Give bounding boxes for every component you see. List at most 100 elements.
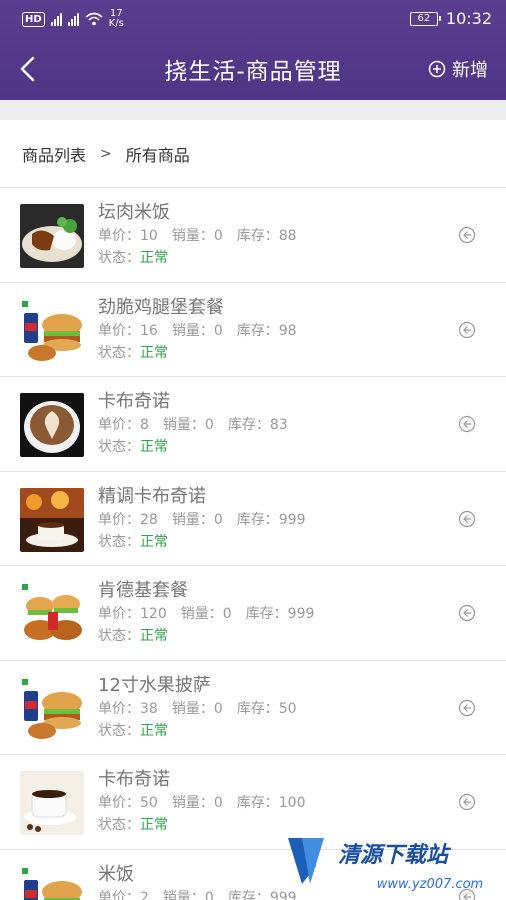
stock-label: 库存： — [236, 795, 279, 811]
stock-label: 库存： — [227, 417, 270, 433]
header-spacer — [0, 100, 506, 120]
product-stock: 83 — [269, 417, 288, 433]
cell-signal-icon — [67, 12, 79, 26]
product-row[interactable]: 12寸水果披萨 单价：38 销量：0 库存：50 状态：正常 — [0, 661, 506, 755]
product-status: 状态：正常 — [98, 626, 314, 646]
product-list: 坛肉米饭 单价：10 销量：0 库存：88 状态：正常 劲脆鸡腿堡套餐 单价：16 销量：0 库… — [0, 188, 506, 900]
app-header: HD 17 K/s 62 10:32 挠生活-商品管理 新增 — [0, 0, 506, 100]
product-name: 卡布奇诺 — [98, 391, 170, 412]
status-value: 正常 — [140, 817, 168, 833]
stock-label: 库存： — [236, 228, 279, 244]
row-action-icon[interactable] — [458, 793, 476, 811]
product-name: 12寸水果披萨 — [98, 674, 211, 696]
sales-label: 销量： — [171, 511, 214, 528]
product-row[interactable]: 坛肉米饭 单价：10 销量：0 库存：88 状态：正常 — [0, 188, 506, 283]
product-meta: 单价：38 销量：0 库存：50 — [98, 699, 297, 721]
status-label: 状态： — [98, 250, 140, 266]
breadcrumb-current: 所有商品 — [125, 145, 190, 165]
product-status: 状态：正常 — [98, 815, 305, 835]
product-meta: 单价：10 销量：0 库存：88 — [98, 226, 297, 248]
product-row[interactable]: 精调卡布奇诺 单价：28 销量：0 库存：999 状态：正常 — [0, 472, 506, 566]
watermark-url: www.yz007.com — [377, 877, 483, 892]
stock-label: 库存： — [236, 511, 279, 528]
product-stock: 50 — [278, 700, 297, 717]
product-status: 状态：正常 — [98, 437, 288, 457]
sales-label: 销量： — [162, 417, 205, 433]
price-label: 单价： — [98, 700, 140, 717]
product-row[interactable]: 劲脆鸡腿堡套餐 单价：16 销量：0 库存：98 状态：正常 — [0, 283, 506, 377]
row-action-icon[interactable] — [458, 604, 476, 622]
status-value: 正常 — [140, 439, 168, 455]
price-label: 单价： — [98, 889, 140, 900]
product-price: 50 — [140, 795, 158, 811]
product-price: 38 — [140, 700, 158, 717]
row-action-icon[interactable] — [458, 510, 476, 528]
breadcrumb: 商品列表 > 所有商品 — [0, 120, 506, 188]
product-image — [20, 676, 84, 741]
product-image — [20, 771, 84, 835]
row-action-icon[interactable] — [458, 699, 476, 717]
product-status: 状态：正常 — [98, 721, 297, 741]
sales-label: 销量： — [171, 322, 214, 339]
price-label: 单价： — [98, 606, 140, 622]
product-price: 2 — [140, 889, 149, 900]
product-name: 肯德基套餐 — [98, 580, 188, 601]
clock: 10:32 — [445, 9, 492, 28]
sales-label: 销量： — [171, 795, 214, 811]
product-stock: 100 — [278, 795, 306, 811]
product-meta: 单价：50 销量：0 库存：100 — [98, 793, 305, 815]
product-price: 8 — [140, 417, 149, 433]
product-sales: 0 — [213, 795, 223, 811]
breadcrumb-root[interactable]: 商品列表 — [22, 142, 86, 166]
product-sales: 0 — [222, 606, 232, 622]
product-image — [20, 393, 84, 457]
sales-label: 销量： — [162, 889, 205, 900]
status-value: 正常 — [140, 722, 168, 739]
watermark-logo: 清源下载站 www.yz007.com — [288, 838, 483, 892]
product-sales: 0 — [213, 700, 223, 717]
product-name: 米饭 — [98, 863, 134, 885]
add-label: 新增 — [452, 60, 488, 81]
status-value: 正常 — [140, 628, 168, 644]
price-label: 单价： — [98, 322, 140, 339]
row-action-icon[interactable] — [458, 321, 476, 339]
product-stock: 88 — [278, 228, 297, 244]
status-label: 状态： — [98, 722, 140, 739]
hd-indicator: HD — [22, 11, 45, 27]
product-meta: 单价：28 销量：0 库存：999 — [98, 510, 305, 532]
status-label: 状态： — [98, 628, 140, 644]
stock-label: 库存： — [236, 322, 279, 339]
product-meta: 单价：120 销量：0 库存：999 — [98, 604, 314, 626]
product-sales: 0 — [204, 417, 214, 433]
status-label: 状态： — [98, 344, 140, 361]
add-product-button[interactable]: 新增 — [428, 56, 488, 82]
stock-label: 库存： — [245, 606, 288, 622]
status-label: 状态： — [98, 533, 140, 550]
product-sales: 0 — [213, 228, 223, 244]
product-status: 状态：正常 — [98, 343, 297, 363]
product-meta: 单价：8 销量：0 库存：83 — [98, 415, 288, 437]
price-label: 单价： — [98, 228, 140, 244]
product-price: 120 — [140, 606, 167, 622]
product-row[interactable]: 肯德基套餐 单价：120 销量：0 库存：999 状态：正常 — [0, 566, 506, 661]
cell-signal-icon — [50, 12, 62, 26]
product-price: 28 — [140, 511, 158, 528]
row-action-icon[interactable] — [458, 226, 476, 244]
product-name: 精调卡布奇诺 — [98, 485, 206, 507]
price-label: 单价： — [98, 417, 140, 433]
product-meta: 单价：2 销量：0 库存：999 — [98, 888, 297, 900]
product-sales: 0 — [213, 322, 223, 339]
sales-label: 销量： — [180, 606, 223, 622]
plus-circle-icon — [428, 60, 446, 78]
product-image — [20, 487, 84, 552]
sales-label: 销量： — [171, 700, 214, 717]
wifi-icon — [85, 12, 103, 26]
row-action-icon[interactable] — [458, 415, 476, 433]
product-name: 劲脆鸡腿堡套餐 — [98, 296, 224, 318]
product-stock: 999 — [278, 511, 306, 528]
stock-label: 库存： — [227, 889, 270, 900]
sales-label: 销量： — [171, 228, 214, 244]
product-row[interactable]: 卡布奇诺单价：8 销量：0 库存：83 状态：正常 — [0, 377, 506, 472]
product-status: 状态：正常 — [98, 248, 297, 268]
product-sales: 0 — [213, 511, 223, 528]
